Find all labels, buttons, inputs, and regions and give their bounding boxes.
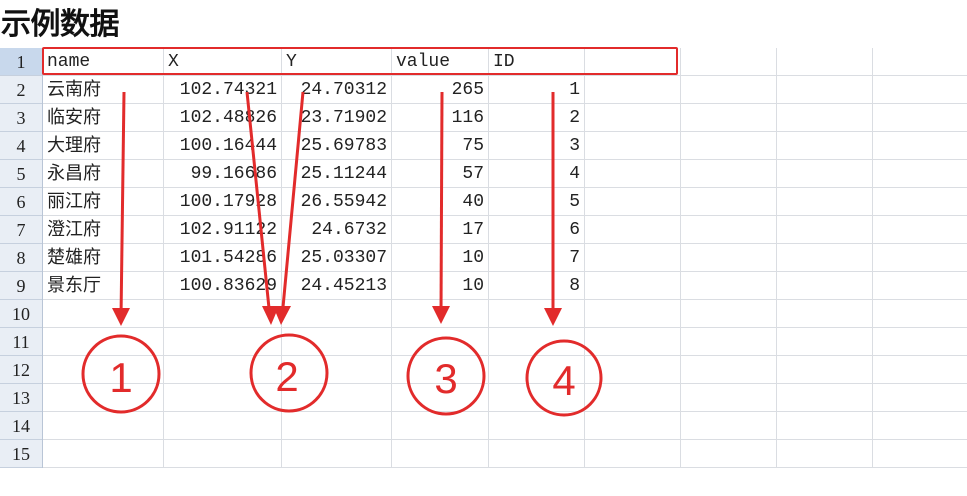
arrow-head-icon (544, 308, 562, 326)
marker-label-1: 1 (109, 354, 132, 401)
marker-label-3: 3 (434, 355, 457, 402)
annotation-overlay: 1 2 3 4 (81, 91, 603, 417)
marker-label-2: 2 (275, 353, 298, 400)
spreadsheet-screenshot: 示例数据 1 2 3 4 5 6 7 8 9 10 11 12 13 14 15 (0, 0, 967, 496)
arrow-value-column (439, 91, 444, 317)
arrow-x-column (245, 91, 272, 319)
arrow-head-icon (432, 306, 450, 324)
arrow-y-column (280, 91, 305, 319)
marker-label-4: 4 (552, 357, 575, 404)
arrow-head-icon (112, 308, 130, 326)
arrow-name-column (119, 91, 126, 319)
arrow-head-icon (273, 306, 291, 325)
